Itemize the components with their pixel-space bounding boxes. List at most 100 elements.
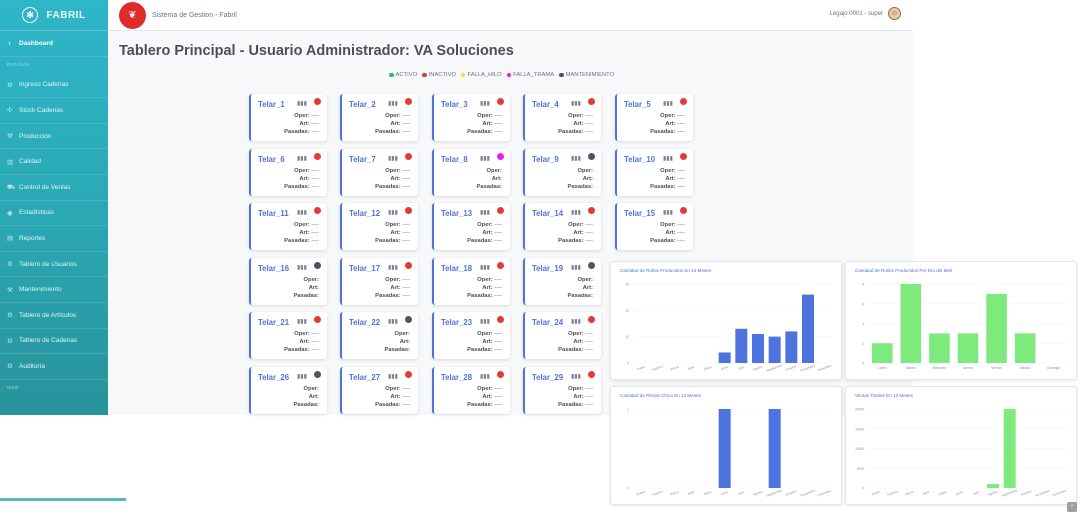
telar-card[interactable]: Telar_23 ▮▮▮ Oper: ---- Art: ---- Pasadas: -… xyxy=(432,312,510,359)
bar-chart-icon[interactable]: ▮▮▮ xyxy=(571,100,581,107)
bar-chart-icon[interactable]: ▮▮▮ xyxy=(571,155,581,162)
sidebar-item-tablero-de-cadenas[interactable]: ⚙ Tablero de Cadenas xyxy=(0,329,108,355)
telar-card[interactable]: Telar_3 ▮▮▮ Oper: ---- Art: ---- Pasadas: --… xyxy=(432,94,510,141)
telar-card[interactable]: Telar_8 ▮▮▮ Oper: Art: Pasadas: xyxy=(432,148,510,196)
sidebar-item-stock-cadenas[interactable]: ✣ Stock Cadenas xyxy=(0,98,108,124)
telar-card[interactable]: Telar_5 ▮▮▮ Oper: ---- Art: ---- Pasadas: --… xyxy=(615,94,693,141)
bar-chart-icon[interactable]: ▮▮▮ xyxy=(388,373,398,380)
sidebar-item-label: Tablero de Usuarios xyxy=(19,260,77,268)
telar-card[interactable]: Telar_24 ▮▮▮ Oper: ---- Art: ---- Pasadas: -… xyxy=(523,312,601,359)
sidebar-item-calidad[interactable]: ▥ Calidad xyxy=(0,149,108,175)
telar-card[interactable]: Telar_11 ▮▮▮ Oper: ---- Art: ---- Pasadas: -… xyxy=(249,203,327,250)
bar[interactable] xyxy=(718,352,731,363)
brand-name: FABRIL xyxy=(46,9,86,21)
company-logo[interactable]: ❦ xyxy=(119,1,146,29)
bar[interactable] xyxy=(768,409,781,488)
bar-chart-icon[interactable]: ▮▮▮ xyxy=(480,373,490,380)
telar-art: Art: xyxy=(583,176,593,182)
telar-card[interactable]: Telar_27 ▮▮▮ Oper: ---- Art: ---- Pasadas: -… xyxy=(340,366,418,414)
sidebar-item-tablero-de-artículos[interactable]: ⚙ Tablero de Artículos xyxy=(0,303,108,329)
bar-chart-icon[interactable]: ▮▮▮ xyxy=(297,209,307,216)
bar[interactable] xyxy=(986,293,1007,363)
bar[interactable] xyxy=(900,284,922,363)
avatar[interactable]: ☺ xyxy=(888,7,901,20)
sidebar-item-estadísticas[interactable]: ◉ Estadísticas xyxy=(0,201,108,227)
bar-chart-icon[interactable]: ▮▮▮ xyxy=(297,264,307,271)
sidebar-item-dashboard[interactable]: ◑ Dashboard xyxy=(0,31,108,57)
telar-card[interactable]: Telar_21 ▮▮▮ Oper: ---- Art: ---- Pasadas: -… xyxy=(249,312,327,359)
bar-chart-icon[interactable]: ▮▮▮ xyxy=(571,373,581,380)
bar[interactable] xyxy=(872,343,893,363)
sidebar-item-reportes[interactable]: ▤ Reportes xyxy=(0,226,108,252)
brand[interactable]: ✻ FABRIL xyxy=(0,0,108,31)
bar[interactable] xyxy=(957,333,979,363)
bar-chart-icon[interactable]: ▮▮▮ xyxy=(388,318,398,325)
telar-card[interactable]: Telar_22 ▮▮▮ Oper: Art: Pasadas: xyxy=(340,312,418,359)
telar-card[interactable]: Telar_18 ▮▮▮ Oper: ---- Art: ---- Pasadas: -… xyxy=(432,257,510,305)
bar[interactable] xyxy=(802,294,814,363)
sidebar-item-producción[interactable]: ⚒ Producción xyxy=(0,124,108,150)
telar-card[interactable]: Telar_4 ▮▮▮ Oper: ---- Art: ---- Pasadas: --… xyxy=(523,94,601,141)
bar-chart-icon[interactable]: ▮▮▮ xyxy=(480,318,490,325)
telar-card[interactable]: Telar_19 ▮▮▮ Oper: Art: Pasadas: xyxy=(523,257,601,305)
telar-card[interactable]: Telar_16 ▮▮▮ Oper: Art: Pasadas: xyxy=(249,257,327,305)
telar-card[interactable]: Telar_6 ▮▮▮ Oper: ---- Art: ---- Pasadas: --… xyxy=(249,148,327,196)
art-label: Art: xyxy=(491,175,502,182)
telar-card[interactable]: Telar_7 ▮▮▮ Oper: ---- Art: ---- Pasadas: --… xyxy=(340,148,418,196)
bar-chart-icon[interactable]: ▮▮▮ xyxy=(297,155,307,162)
bar[interactable] xyxy=(735,328,748,363)
telar-card[interactable]: Telar_14 ▮▮▮ Oper: ---- Art: ---- Pasadas: -… xyxy=(523,203,601,250)
telar-card[interactable]: Telar_17 ▮▮▮ Oper: ---- Art: ---- Pasadas: -… xyxy=(340,257,418,305)
bar[interactable] xyxy=(785,331,798,363)
sidebar-item-tablero-de-usuarios[interactable]: ⚙ Tablero de Usuarios xyxy=(0,252,108,278)
telar-card[interactable]: Telar_9 ▮▮▮ Oper: Art: Pasadas: xyxy=(523,148,601,196)
bar-chart-icon[interactable]: ▮▮▮ xyxy=(297,373,307,380)
bar-chart-icon[interactable]: ▮▮▮ xyxy=(388,264,398,271)
user-menu[interactable]: Legajo 0001 - super ☺ xyxy=(830,7,901,20)
bar-chart-icon[interactable]: ▮▮▮ xyxy=(480,264,490,271)
telar-card[interactable]: Telar_13 ▮▮▮ Oper: ---- Art: ---- Pasadas: -… xyxy=(432,203,510,250)
telar-card[interactable]: Telar_10 ▮▮▮ Oper: ---- Art: ---- Pasadas: -… xyxy=(615,148,693,196)
bar[interactable] xyxy=(929,333,950,363)
bar-chart-icon[interactable]: ▮▮▮ xyxy=(663,100,673,107)
telar-card[interactable]: Telar_15 ▮▮▮ Oper: ---- Art: ---- Pasadas: -… xyxy=(615,203,693,250)
sidebar-item-mantenimiento[interactable]: ⚒ Mantenimiento xyxy=(0,277,108,303)
legend-dot-icon xyxy=(559,72,564,78)
bar-chart-icon[interactable]: ▮▮▮ xyxy=(571,209,581,216)
bar[interactable] xyxy=(768,336,781,363)
bar-chart-icon[interactable]: ▮▮▮ xyxy=(480,209,490,216)
bar-chart-icon[interactable]: ▮▮▮ xyxy=(663,155,673,162)
bar[interactable] xyxy=(1003,409,1016,488)
bar-chart-icon[interactable]: ▮▮▮ xyxy=(297,318,307,325)
bar-chart-icon[interactable]: ▮▮▮ xyxy=(571,318,581,325)
art-value: ---- xyxy=(402,175,410,182)
bar-chart-icon[interactable]: ▮▮▮ xyxy=(297,100,307,107)
x-tick-label: Julio xyxy=(737,490,745,496)
bar[interactable] xyxy=(718,409,731,488)
bar-chart-icon[interactable]: ▮▮▮ xyxy=(388,100,398,107)
bar-chart-icon[interactable]: ▮▮▮ xyxy=(480,100,490,107)
telar-card[interactable]: Telar_26 ▮▮▮ Oper: Art: Pasadas: xyxy=(249,366,327,414)
bar[interactable] xyxy=(1014,333,1036,363)
telar-art: Art: ---- xyxy=(299,121,319,127)
bar-chart-icon[interactable]: ▮▮▮ xyxy=(571,264,581,271)
bar[interactable] xyxy=(752,334,764,363)
status-dot-icon xyxy=(405,370,412,378)
bar-chart-icon[interactable]: ▮▮▮ xyxy=(388,155,398,162)
telar-card[interactable]: Telar_1 ▮▮▮ Oper: ---- Art: ---- Pasadas: --… xyxy=(249,94,327,141)
bar-chart-icon[interactable]: ▮▮▮ xyxy=(480,155,490,162)
oper-label: Oper: xyxy=(660,167,676,174)
bar-chart-icon[interactable]: ▮▮▮ xyxy=(388,209,398,216)
bar[interactable] xyxy=(987,484,999,488)
scroll-to-top-button[interactable]: ⌃ xyxy=(1067,502,1077,512)
sidebar-item-ingreso-cadenas[interactable]: ⚙ Ingreso Cadenas xyxy=(0,73,108,99)
sidebar-item-auditoría[interactable]: ⚙ Auditoría xyxy=(0,354,108,380)
telar-oper: Oper: xyxy=(487,168,502,174)
telar-card[interactable]: Telar_29 ▮▮▮ Oper: ---- Art: ---- Pasadas: -… xyxy=(523,366,601,414)
telar-card[interactable]: Telar_2 ▮▮▮ Oper: ---- Art: ---- Pasadas: --… xyxy=(340,94,418,141)
telar-card[interactable]: Telar_12 ▮▮▮ Oper: ---- Art: ---- Pasadas: -… xyxy=(340,203,418,250)
sidebar-item-control-de-ventas[interactable]: ⛟ Control de Ventas xyxy=(0,175,108,201)
chart-piezas-chica-12-meses: Cantidad de Piezas Chica En 12 Meses 0 1 En… xyxy=(610,386,842,505)
telar-card[interactable]: Telar_28 ▮▮▮ Oper: ---- Art: ---- Pasadas: -… xyxy=(432,366,510,414)
bar-chart-icon[interactable]: ▮▮▮ xyxy=(663,209,673,216)
